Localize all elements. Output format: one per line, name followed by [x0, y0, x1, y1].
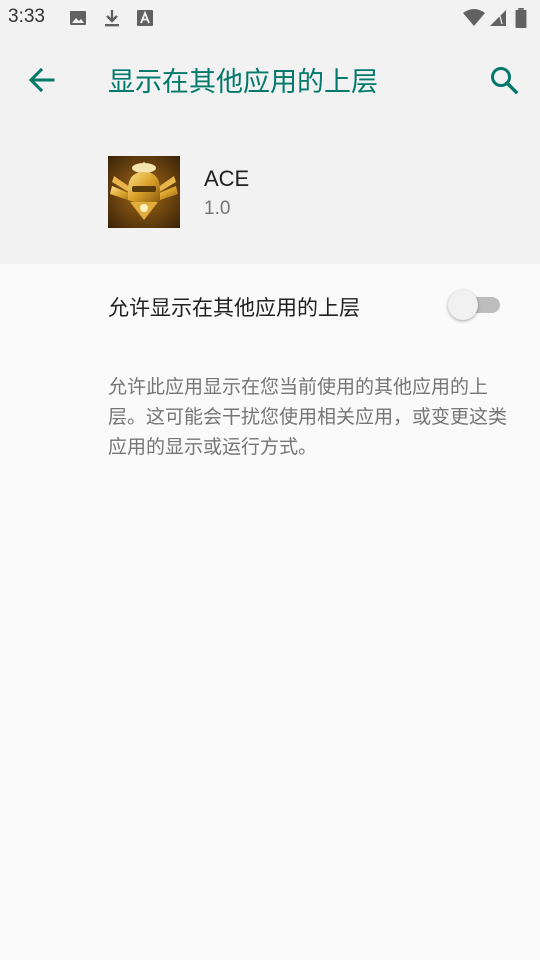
permission-switch[interactable]: [448, 288, 504, 322]
switch-thumb: [448, 290, 478, 320]
arrow-back-icon: [28, 67, 55, 93]
search-icon: [491, 67, 519, 95]
font-icon: [137, 10, 153, 26]
permission-label: 允许显示在其他应用的上层: [108, 296, 360, 320]
app-name: ACE: [204, 166, 250, 191]
battery-icon: [515, 8, 527, 28]
app-version: 1.0: [204, 198, 231, 219]
status-time: 3:33: [8, 6, 45, 27]
page-title: 显示在其他应用的上层: [108, 67, 378, 98]
image-icon: [70, 11, 86, 25]
back-button[interactable]: [20, 58, 64, 102]
permission-description: 允许此应用显示在您当前使用的其他应用的上层。这可能会干扰您使用相关应用，或变更这…: [108, 376, 508, 458]
search-button[interactable]: [482, 58, 526, 102]
app-bar: 显示在其他应用的上层: [0, 36, 540, 124]
wifi-icon: [463, 9, 485, 26]
status-bar: 3:33: [0, 0, 540, 36]
ace-app-icon: [108, 156, 180, 228]
permission-toggle-row[interactable]: 允许显示在其他应用的上层: [0, 264, 540, 346]
signal-icon: [490, 10, 506, 26]
app-header: ACE 1.0: [0, 124, 540, 264]
download-icon: [105, 10, 119, 27]
